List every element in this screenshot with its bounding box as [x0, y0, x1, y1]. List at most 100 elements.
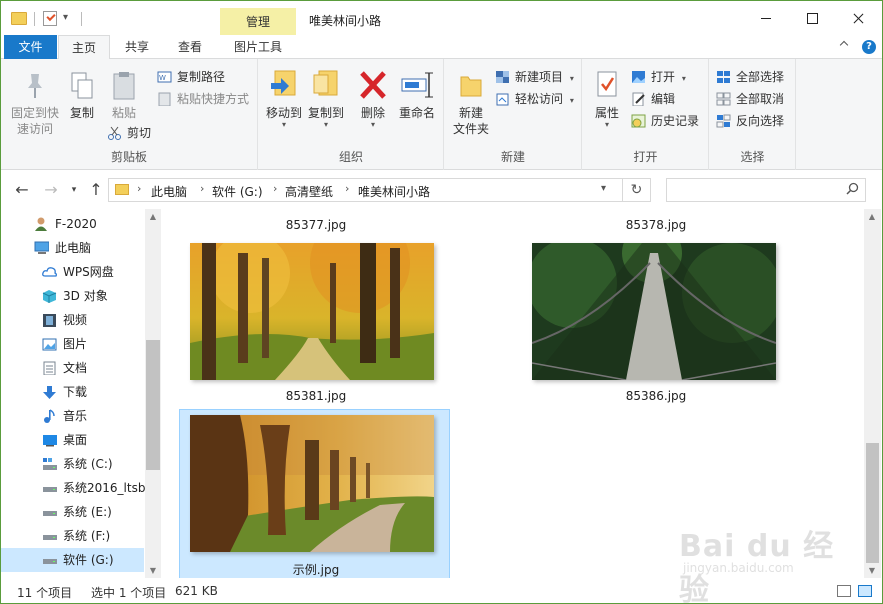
file-name-85381[interactable]: 85381.jpg	[186, 389, 446, 403]
close-button[interactable]	[835, 1, 881, 35]
recent-dropdown-icon[interactable]: ▾	[65, 181, 83, 199]
breadcrumb-chevron-icon[interactable]: ›	[273, 182, 277, 195]
easy-access-button[interactable]: 轻松访问 ▾	[495, 89, 574, 109]
tab-home[interactable]: 主页	[58, 35, 110, 60]
maximize-button[interactable]	[789, 1, 835, 35]
breadcrumb-current-folder[interactable]: 唯美林间小路	[358, 183, 430, 200]
breadcrumb-chevron-icon[interactable]: ›	[345, 182, 349, 195]
file-thumbnail-85386[interactable]	[532, 243, 776, 380]
scroll-down-arrow-icon[interactable]: ▼	[864, 566, 880, 575]
minimize-button[interactable]	[743, 1, 789, 35]
content-scrollbar[interactable]: ▲ ▼	[864, 209, 881, 578]
quick-access-dropdown-icon[interactable]: ▾	[63, 12, 68, 30]
search-input[interactable]	[666, 178, 866, 202]
copy-path-label: 复制路径	[177, 70, 226, 84]
select-all-button[interactable]: 全部选择	[716, 67, 784, 87]
rename-icon	[401, 72, 433, 98]
up-arrow-icon[interactable]: ↑	[87, 181, 105, 199]
nav-item-drive-f[interactable]: 系统 (F:)	[1, 524, 144, 548]
forward-arrow-icon[interactable]: →	[42, 181, 60, 199]
file-thumbnail-85381[interactable]	[190, 243, 434, 380]
properties-label: 属性	[594, 106, 619, 120]
select-none-label: 全部取消	[736, 92, 785, 106]
nav-item-wps-drive[interactable]: WPS网盘	[1, 260, 144, 284]
nav-item-desktop[interactable]: 桌面	[1, 428, 144, 452]
rename-button[interactable]: 重命名	[394, 67, 440, 120]
details-view-icon[interactable]	[837, 585, 851, 597]
nav-item-drive-ltsb[interactable]: 系统2016_ltsb	[1, 476, 145, 500]
copy-path-button[interactable]: W 复制路径	[157, 67, 225, 87]
file-name-85377[interactable]: 85377.jpg	[186, 218, 446, 232]
nav-scrollbar-thumb[interactable]	[146, 340, 160, 470]
paste-shortcut-button[interactable]: 粘贴快捷方式	[157, 89, 249, 109]
new-item-dropdown-icon: ▾	[569, 74, 574, 83]
breadcrumb-this-pc[interactable]: 此电脑	[151, 183, 187, 200]
file-thumbnail-example[interactable]	[190, 415, 434, 552]
drive-icon	[43, 511, 57, 516]
nav-item-drive-e[interactable]: 系统 (E:)	[1, 500, 144, 524]
new-folder-icon	[460, 76, 482, 97]
file-name-85378[interactable]: 85378.jpg	[526, 218, 786, 232]
scroll-down-arrow-icon[interactable]: ▼	[145, 566, 161, 575]
autumn-forest-image	[190, 243, 434, 380]
edit-button[interactable]: 编辑	[631, 89, 675, 109]
tab-picture-tools[interactable]: 图片工具	[220, 35, 296, 59]
nav-scrollbar[interactable]: ▲ ▼	[145, 209, 161, 578]
copy-button[interactable]: 复制	[63, 67, 101, 127]
nav-item-pictures[interactable]: 图片	[1, 332, 144, 356]
file-name-85386[interactable]: 85386.jpg	[526, 389, 786, 403]
group-label-select: 选择	[740, 150, 765, 164]
nav-item-documents[interactable]: 文档	[1, 356, 144, 380]
open-button[interactable]: 打开 ▾	[631, 67, 686, 87]
select-none-button[interactable]: 全部取消	[716, 89, 784, 109]
scroll-up-arrow-icon[interactable]: ▲	[864, 212, 880, 221]
content-scrollbar-thumb[interactable]	[866, 443, 879, 563]
help-icon[interactable]: ?	[862, 40, 876, 54]
move-to-button[interactable]: 移动到 ▾	[263, 67, 305, 129]
invert-selection-button[interactable]: 反向选择	[716, 111, 784, 131]
download-icon	[43, 386, 56, 399]
address-history-dropdown-icon[interactable]: ▾	[601, 183, 606, 194]
ribbon-collapse-icon[interactable]	[839, 40, 851, 52]
copy-to-label: 复制到	[307, 106, 344, 120]
properties-quick-icon[interactable]	[43, 11, 57, 26]
nav-item-3d-objects[interactable]: 3D 对象	[1, 284, 144, 308]
breadcrumb-drive-g[interactable]: 软件 (G:)	[212, 183, 263, 200]
breadcrumb-chevron-icon[interactable]: ›	[200, 182, 204, 195]
selection-size: 621 KB	[175, 584, 218, 598]
easy-access-icon	[496, 93, 509, 106]
new-folder-button[interactable]: 新建 文件夹	[449, 67, 493, 147]
nav-item-user[interactable]: F-2020	[1, 212, 144, 236]
file-view: 85377.jpg 85378.jpg 85381.jpg 85386.jpg …	[161, 209, 864, 578]
delete-button[interactable]: 删除 ▾	[356, 67, 390, 129]
properties-button[interactable]: 属性 ▾	[587, 67, 627, 129]
cut-label: 剪切	[127, 126, 152, 140]
breadcrumb-hd-wallpapers[interactable]: 高清壁纸	[285, 183, 333, 200]
nav-item-this-pc[interactable]: 此电脑	[1, 236, 144, 260]
tab-view[interactable]: 查看	[164, 35, 216, 59]
large-icons-view-icon[interactable]	[858, 585, 872, 597]
scroll-up-arrow-icon[interactable]: ▲	[145, 212, 161, 221]
desktop-icon	[43, 435, 57, 447]
new-item-button[interactable]: 新建项目 ▾	[495, 67, 574, 87]
cut-button[interactable]: 剪切	[107, 123, 151, 143]
nav-item-downloads[interactable]: 下载	[1, 380, 144, 404]
tab-file[interactable]: 文件	[4, 35, 57, 59]
history-button[interactable]: 历史记录	[631, 111, 699, 131]
breadcrumb-chevron-icon[interactable]: ›	[137, 182, 141, 195]
group-clipboard: 固定到快 速访问 复制 粘贴 W 复制路径 粘贴快捷方式 剪切 剪贴板	[1, 59, 258, 170]
paste-button[interactable]: 粘贴	[104, 67, 144, 127]
nav-item-videos[interactable]: 视频	[1, 308, 144, 332]
window-title: 唯美林间小路	[309, 14, 382, 28]
address-bar[interactable]: › 此电脑 › 软件 (G:) › 高清壁纸 › 唯美林间小路 ▾	[108, 178, 623, 202]
explorer-window: ▾ 管理 唯美林间小路 文件 主页 共享 查看 图片工具 ? 固定到快 速访问 …	[0, 0, 883, 604]
nav-item-music[interactable]: 音乐	[1, 404, 144, 428]
copy-to-button[interactable]: 复制到 ▾	[305, 67, 347, 129]
pin-quick-access-button[interactable]: 固定到快 速访问	[7, 67, 63, 142]
refresh-button[interactable]: ↻	[623, 178, 651, 202]
back-arrow-icon[interactable]: ←	[13, 181, 31, 199]
nav-item-drive-g[interactable]: 软件 (G:)	[1, 548, 144, 572]
tab-share[interactable]: 共享	[112, 35, 162, 59]
file-name-example[interactable]: 示例.jpg	[186, 561, 446, 578]
nav-item-drive-c[interactable]: 系统 (C:)	[1, 452, 144, 476]
